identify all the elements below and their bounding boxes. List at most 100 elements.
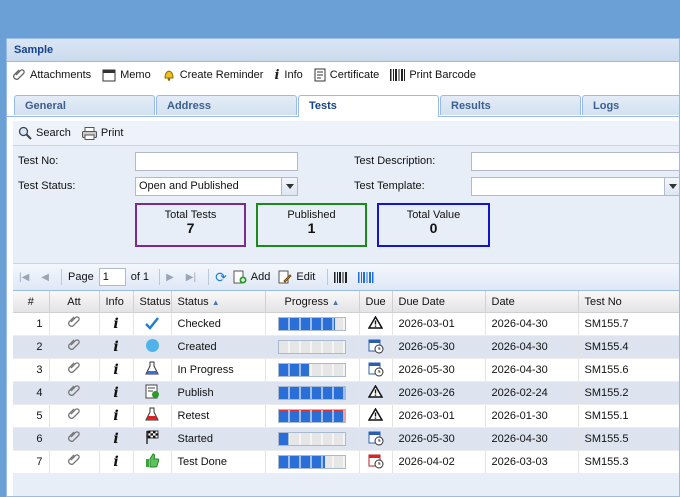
table-row[interactable]: 5 i Retest 2026-03-01 2026-01-30 SM155.1 xyxy=(13,404,679,428)
table-row[interactable]: 7 i Test Done 2026-04-02 2026-03-03 SM155.3 xyxy=(13,450,679,474)
table-row[interactable]: 2 i Created 2026-05-30 2026-04-30 SM155.4 xyxy=(13,335,679,359)
test-no-cell: SM155.3 xyxy=(578,450,679,474)
info-icon[interactable]: i xyxy=(113,339,118,355)
col-header-info[interactable]: Info xyxy=(99,291,134,313)
row-number: 6 xyxy=(13,427,50,451)
prev-page-icon[interactable]: ◀ xyxy=(41,272,49,283)
test-status-value: Open and Published xyxy=(139,180,239,192)
row-number: 7 xyxy=(13,450,50,474)
tab-address[interactable]: Address xyxy=(156,95,297,115)
date-cell: 2026-03-03 xyxy=(485,450,579,474)
info-icon[interactable]: i xyxy=(113,385,118,401)
info-icon[interactable]: i xyxy=(113,362,118,378)
tab-logs[interactable]: Logs xyxy=(582,95,679,115)
tab-results[interactable]: Results xyxy=(440,95,581,115)
status-cell: Publish xyxy=(171,381,266,405)
progress-bar xyxy=(278,317,346,331)
paperclip-icon[interactable] xyxy=(67,431,81,448)
info-icon: i xyxy=(274,67,280,83)
total-tests-value: 7 xyxy=(186,220,195,236)
tab-tests[interactable]: Tests xyxy=(298,95,439,117)
last-page-icon[interactable]: ▶| xyxy=(186,272,196,283)
progress-bar xyxy=(278,455,346,469)
table-row[interactable]: 6 i Started 2026-05-30 2026-04-30 SM155.5 xyxy=(13,427,679,451)
paperclip-icon[interactable] xyxy=(67,362,81,379)
test-no-input[interactable] xyxy=(135,152,298,171)
col-header-status[interactable]: Status ▲ xyxy=(171,291,266,313)
add-label: Add xyxy=(250,271,271,283)
create-reminder-button[interactable]: Create Reminder xyxy=(162,68,263,82)
print-barcode-button[interactable]: Print Barcode xyxy=(390,69,476,81)
status-cell: Created xyxy=(171,335,266,359)
col-header-due-date[interactable]: Due Date xyxy=(392,291,486,313)
info-icon[interactable]: i xyxy=(113,431,118,447)
test-no-cell: SM155.5 xyxy=(578,427,679,451)
paperclip-icon[interactable] xyxy=(67,385,81,402)
paperclip-icon[interactable] xyxy=(67,408,81,425)
date-cell: 2026-01-30 xyxy=(485,404,579,428)
col-header-number[interactable]: # xyxy=(13,291,50,313)
edit-button[interactable]: Edit xyxy=(278,270,315,284)
test-description-input[interactable] xyxy=(471,152,679,171)
table-row[interactable]: 1 i Checked 2026-03-01 2026-04-30 SM155.7 xyxy=(13,312,679,336)
col-header-progress[interactable]: Progress ▲ xyxy=(265,291,360,313)
attachments-label: Attachments xyxy=(30,69,92,81)
paperclip-icon[interactable] xyxy=(67,316,81,333)
page-input[interactable]: 1 xyxy=(98,268,126,286)
chevron-down-icon[interactable] xyxy=(281,178,297,195)
red-flask-icon xyxy=(145,407,159,425)
barcode-icon[interactable] xyxy=(334,271,348,283)
paperclip-icon xyxy=(13,69,25,80)
search-button[interactable]: Search xyxy=(18,126,71,140)
add-button[interactable]: Add xyxy=(233,270,271,284)
sample-window: Sample Attachments Memo Create Reminder … xyxy=(6,38,680,497)
col-header-date[interactable]: Date xyxy=(485,291,579,313)
row-number: 3 xyxy=(13,358,50,382)
barcode-blue-icon[interactable] xyxy=(358,271,374,283)
row-number: 5 xyxy=(13,404,50,428)
col-header-test-no[interactable]: Test No xyxy=(578,291,679,313)
row-number: 2 xyxy=(13,335,50,359)
test-description-label: Test Description: xyxy=(354,155,436,167)
test-no-cell: SM155.7 xyxy=(578,312,679,336)
tab-general[interactable]: General xyxy=(14,95,155,115)
calendar-clock-icon xyxy=(368,339,384,357)
test-status-select[interactable]: Open and Published xyxy=(135,177,298,196)
print-label: Print xyxy=(100,127,124,139)
col-header-status-label: Status xyxy=(177,295,209,308)
test-template-select[interactable] xyxy=(471,177,679,196)
date-cell: 2026-04-30 xyxy=(485,312,579,336)
publish-icon xyxy=(145,384,160,402)
attachments-button[interactable]: Attachments xyxy=(12,68,91,82)
col-header-status-icon[interactable]: Status xyxy=(133,291,172,313)
info-icon[interactable]: i xyxy=(113,454,118,470)
col-header-due[interactable]: Due xyxy=(359,291,393,313)
info-icon[interactable]: i xyxy=(113,408,118,424)
next-page-icon[interactable]: ▶ xyxy=(166,272,174,283)
date-cell: 2026-04-30 xyxy=(485,427,579,451)
table-row[interactable]: 3 i In Progress 2026-05-30 2026-04-30 SM155.6 xyxy=(13,358,679,382)
calendar-red-icon xyxy=(368,454,384,472)
date-cell: 2026-04-30 xyxy=(485,335,579,359)
tab-strip: General Address Tests Results Logs xyxy=(7,90,679,117)
paperclip-icon[interactable] xyxy=(67,339,81,356)
due-date-cell: 2026-05-30 xyxy=(392,335,486,359)
test-no-cell: SM155.4 xyxy=(578,335,679,359)
certificate-icon xyxy=(314,68,326,82)
info-button[interactable]: i Info xyxy=(274,68,302,83)
memo-button[interactable]: Memo xyxy=(102,69,151,82)
first-page-icon[interactable]: |◀ xyxy=(19,272,29,283)
grid-body: 1 i Checked 2026-03-01 2026-04-30 SM155.7 2 i Cr… xyxy=(13,312,679,474)
paperclip-icon[interactable] xyxy=(67,454,81,471)
grid-header-row: # Att Info Status Status ▲ Progress ▲ Du… xyxy=(13,291,679,313)
info-icon[interactable]: i xyxy=(113,316,118,332)
col-header-att[interactable]: Att xyxy=(49,291,100,313)
chevron-down-icon[interactable] xyxy=(664,178,679,195)
refresh-icon[interactable]: ⟳ xyxy=(215,269,227,286)
table-row[interactable]: 4 i Publish 2026-03-26 2026-02-24 SM155.2 xyxy=(13,381,679,405)
print-button[interactable]: Print xyxy=(81,126,124,140)
page-label: Page xyxy=(68,271,94,283)
due-date-cell: 2026-03-01 xyxy=(392,404,486,428)
certificate-button[interactable]: Certificate xyxy=(314,68,379,82)
test-status-label: Test Status: xyxy=(18,180,76,192)
